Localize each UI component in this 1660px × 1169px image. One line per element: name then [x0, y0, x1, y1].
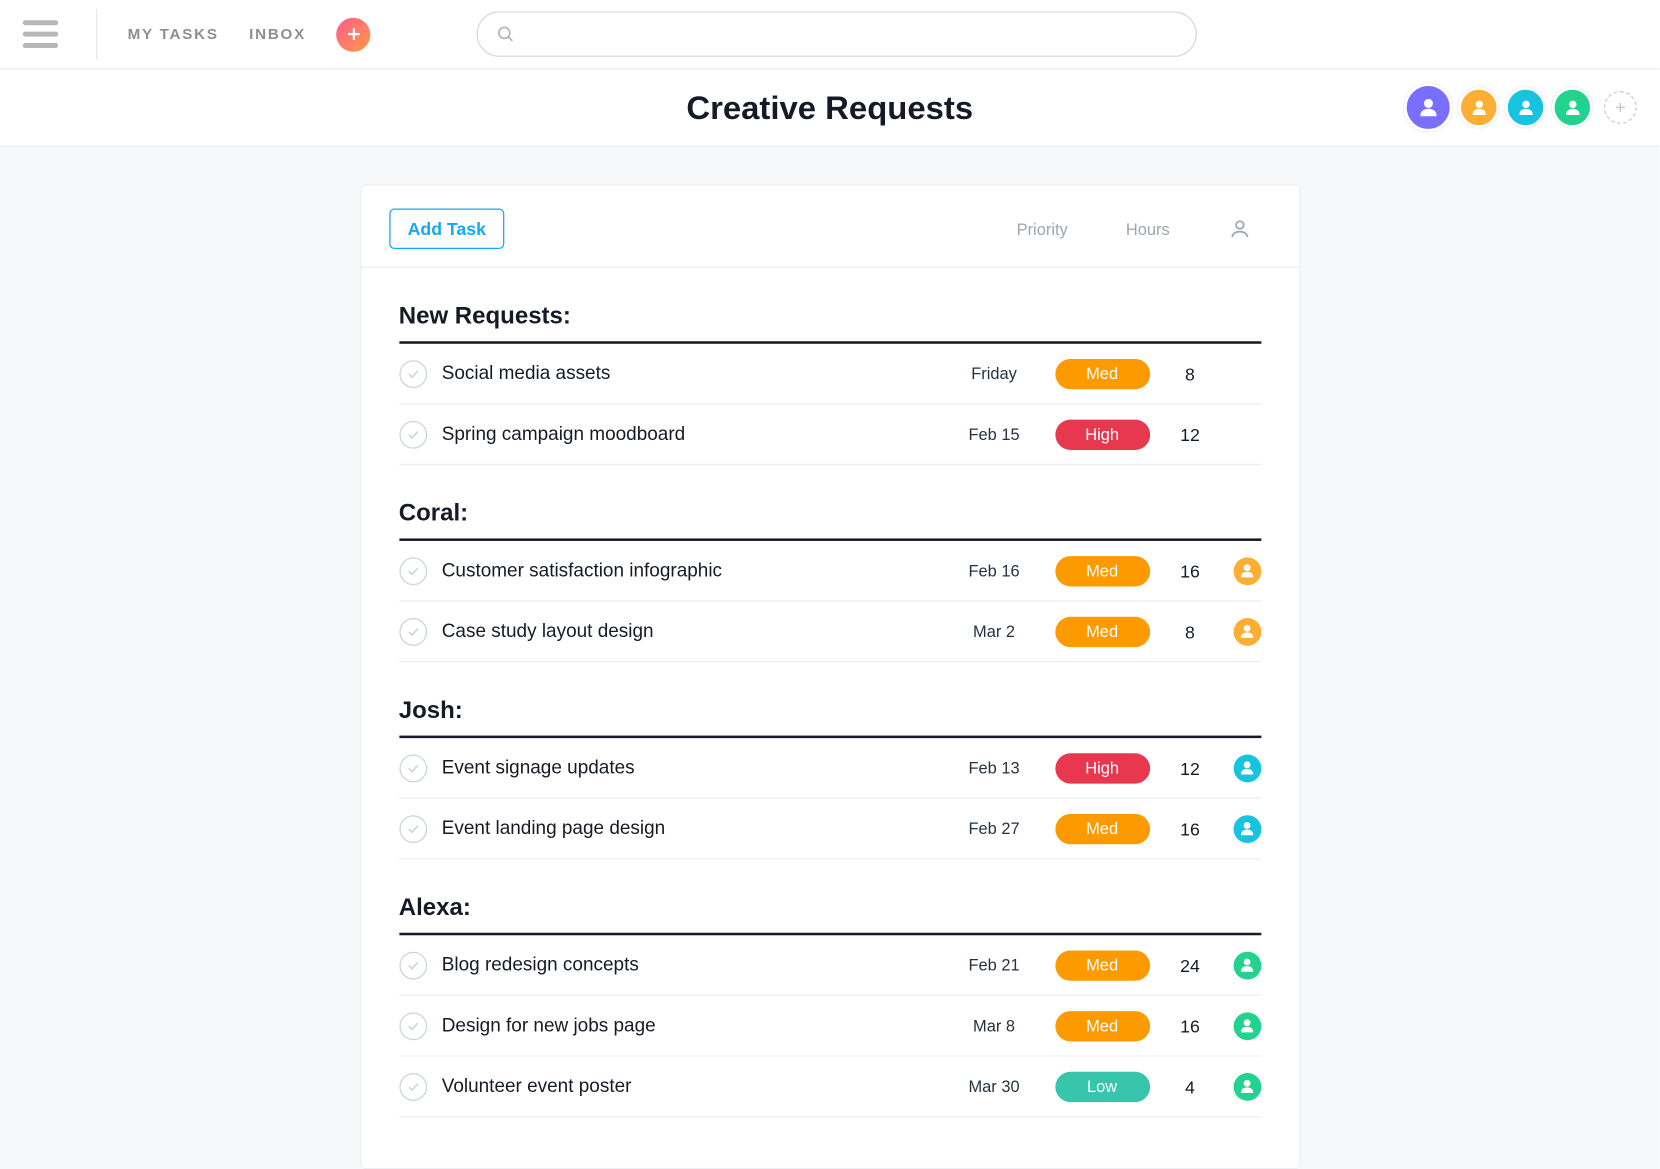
task-due-date[interactable]: Feb 21 — [949, 956, 1040, 975]
complete-checkbox[interactable] — [399, 754, 427, 782]
priority-pill[interactable]: Med — [1055, 813, 1150, 843]
search-input[interactable] — [526, 24, 1178, 44]
column-header-priority: Priority — [1017, 219, 1068, 238]
task-assignee-avatar[interactable] — [1233, 1012, 1261, 1040]
task-due-date[interactable]: Friday — [949, 364, 1040, 383]
task-due-date[interactable]: Mar 30 — [949, 1077, 1040, 1096]
complete-checkbox[interactable] — [399, 815, 427, 843]
member-avatar[interactable] — [1552, 87, 1592, 127]
task-hours[interactable]: 24 — [1157, 955, 1223, 975]
complete-checkbox[interactable] — [399, 360, 427, 388]
task-assignee-avatar[interactable] — [1233, 1072, 1261, 1100]
check-icon — [405, 760, 420, 775]
task-hours[interactable]: 16 — [1157, 818, 1223, 838]
member-avatar[interactable] — [1404, 83, 1452, 131]
task-hours[interactable]: 4 — [1157, 1076, 1223, 1096]
task-hours[interactable]: 12 — [1157, 758, 1223, 778]
priority-pill[interactable]: Med — [1055, 1010, 1150, 1040]
check-icon — [405, 427, 420, 442]
section-title[interactable]: New Requests: — [399, 268, 1261, 344]
nav-inbox[interactable]: INBOX — [249, 25, 306, 43]
task-title[interactable]: Volunteer event poster — [442, 1076, 949, 1097]
complete-checkbox[interactable] — [399, 1072, 427, 1100]
task-assignee-avatar[interactable] — [1233, 557, 1261, 585]
check-icon — [405, 821, 420, 836]
search-icon — [496, 24, 516, 44]
task-assignee-avatar[interactable] — [1233, 617, 1261, 645]
task-hours[interactable]: 16 — [1157, 561, 1223, 581]
task-title[interactable]: Customer satisfaction infographic — [442, 560, 949, 581]
priority-pill[interactable]: Med — [1055, 950, 1150, 980]
priority-pill[interactable]: Low — [1055, 1071, 1150, 1101]
task-assignee-avatar[interactable] — [1233, 754, 1261, 782]
complete-checkbox[interactable] — [399, 557, 427, 585]
task-row[interactable]: Spring campaign moodboardFeb 15 High 12 — [399, 404, 1261, 465]
task-hours[interactable]: 8 — [1157, 363, 1223, 383]
priority-pill[interactable]: Med — [1055, 555, 1150, 585]
task-due-date[interactable]: Feb 13 — [949, 758, 1040, 777]
complete-checkbox[interactable] — [399, 1012, 427, 1040]
check-icon — [405, 1018, 420, 1033]
complete-checkbox[interactable] — [399, 951, 427, 979]
priority-pill[interactable]: Med — [1055, 616, 1150, 646]
add-button[interactable] — [336, 17, 370, 51]
member-avatar[interactable] — [1459, 87, 1499, 127]
task-row[interactable]: Event signage updatesFeb 13 High 12 — [399, 738, 1261, 799]
task-title[interactable]: Social media assets — [442, 363, 949, 384]
member-avatar[interactable] — [1505, 87, 1545, 127]
check-icon — [405, 366, 420, 381]
task-assignee-avatar[interactable] — [1233, 815, 1261, 843]
priority-pill[interactable]: Med — [1055, 358, 1150, 388]
member-list — [1404, 83, 1637, 131]
task-title[interactable]: Event landing page design — [442, 818, 949, 839]
task-row[interactable]: Volunteer event posterMar 30 Low 4 — [399, 1057, 1261, 1118]
task-title[interactable]: Spring campaign moodboard — [442, 423, 949, 444]
task-assignee-avatar[interactable] — [1233, 951, 1261, 979]
check-icon — [405, 957, 420, 972]
task-row[interactable]: Design for new jobs pageMar 8 Med 16 — [399, 996, 1261, 1057]
search-input-wrapper[interactable] — [477, 11, 1197, 57]
task-row[interactable]: Event landing page designFeb 27 Med 16 — [399, 799, 1261, 860]
project-title: Creative Requests — [686, 88, 973, 127]
task-title[interactable]: Blog redesign concepts — [442, 954, 949, 975]
task-due-date[interactable]: Feb 27 — [949, 819, 1040, 838]
section-title[interactable]: Alexa: — [399, 859, 1261, 935]
section-title[interactable]: Coral: — [399, 465, 1261, 541]
priority-pill[interactable]: High — [1055, 419, 1150, 449]
check-icon — [405, 624, 420, 639]
priority-pill[interactable]: High — [1055, 753, 1150, 783]
task-title[interactable]: Design for new jobs page — [442, 1015, 949, 1036]
task-hours[interactable]: 16 — [1157, 1016, 1223, 1036]
divider — [96, 9, 97, 60]
task-due-date[interactable]: Feb 15 — [949, 425, 1040, 444]
complete-checkbox[interactable] — [399, 420, 427, 448]
add-member-button[interactable] — [1604, 91, 1637, 124]
task-due-date[interactable]: Mar 2 — [949, 622, 1040, 641]
task-hours[interactable]: 12 — [1157, 424, 1223, 444]
task-row[interactable]: Case study layout designMar 2 Med 8 — [399, 602, 1261, 663]
complete-checkbox[interactable] — [399, 617, 427, 645]
task-hours[interactable]: 8 — [1157, 621, 1223, 641]
menu-icon[interactable] — [23, 20, 58, 48]
check-icon — [405, 563, 420, 578]
assignee-icon — [1228, 217, 1251, 240]
task-row[interactable]: Blog redesign conceptsFeb 21 Med 24 — [399, 935, 1261, 996]
task-due-date[interactable]: Feb 16 — [949, 561, 1040, 580]
section-title[interactable]: Josh: — [399, 662, 1261, 738]
task-title[interactable]: Event signage updates — [442, 757, 949, 778]
task-row[interactable]: Customer satisfaction infographicFeb 16 M… — [399, 541, 1261, 602]
nav-my-tasks[interactable]: MY TASKS — [128, 25, 219, 43]
column-header-hours: Hours — [1126, 219, 1170, 238]
task-row[interactable]: Social media assetsFriday Med 8 — [399, 344, 1261, 405]
task-title[interactable]: Case study layout design — [442, 621, 949, 642]
task-list-card: Add Task Priority Hours New Requests:Soc… — [360, 185, 1300, 1169]
plus-icon — [345, 25, 363, 43]
task-due-date[interactable]: Mar 8 — [949, 1016, 1040, 1035]
add-task-button[interactable]: Add Task — [389, 209, 505, 249]
check-icon — [405, 1079, 420, 1094]
